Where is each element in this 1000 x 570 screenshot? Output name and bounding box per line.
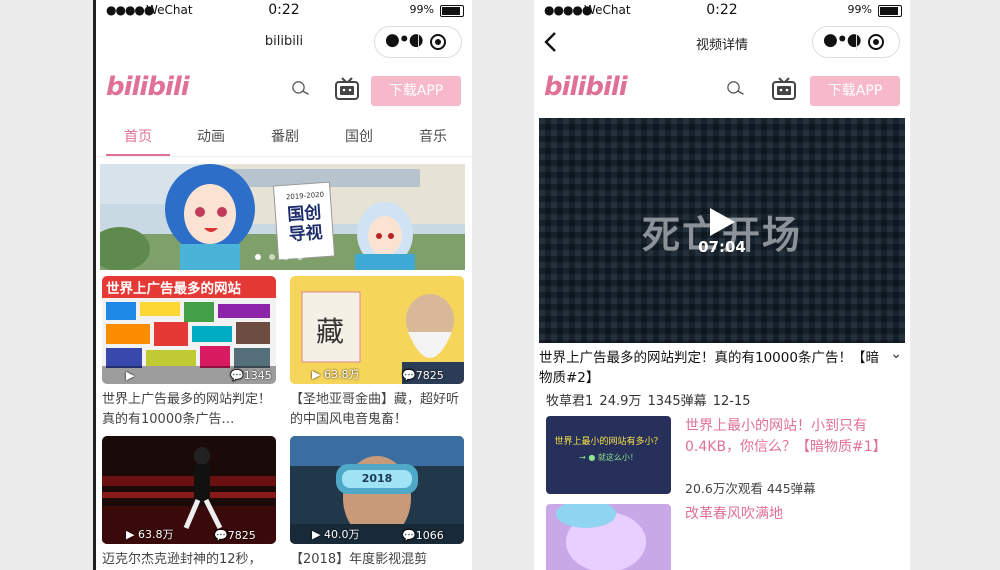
- video-meta: 牧草君1 24.9万 1345弹幕 12-15: [546, 390, 751, 409]
- author-name[interactable]: 牧草君1: [546, 394, 593, 409]
- site-header: bilibili 下载APP: [534, 68, 910, 112]
- download-app-button[interactable]: 下载APP: [810, 76, 900, 106]
- bilibili-logo[interactable]: bilibili: [106, 72, 190, 102]
- tv-icon[interactable]: [771, 76, 797, 102]
- tab-anime[interactable]: 动画: [181, 126, 241, 146]
- video-card[interactable]: 世界上广告最多的网站 ▶ 💬1345 世界上广告最多的网站判定！真的有10000…: [102, 276, 276, 430]
- view-count: 24.9万: [599, 394, 642, 409]
- carousel-dots: [255, 245, 311, 264]
- bilibili-logo[interactable]: bilibili: [544, 72, 628, 102]
- video-card[interactable]: ▶ 63.8万 💬7825 迈克尔杰克逊封神的12秒，: [102, 436, 276, 570]
- banner-sign-text: 国创导视: [286, 202, 324, 246]
- battery-percent: 99%: [409, 3, 434, 16]
- more-icon[interactable]: ●•●: [385, 30, 424, 50]
- danmaku-count: 💬1066: [402, 529, 444, 542]
- danmaku-count: 💬7825: [214, 529, 256, 542]
- mini-program-nav: 视频详情 ●•●: [534, 22, 910, 62]
- download-app-button[interactable]: 下载APP: [371, 76, 461, 106]
- thumbnail-subcaption: → ● 就这么小！: [579, 453, 638, 462]
- chevron-down-icon[interactable]: ⌄: [890, 346, 902, 362]
- thumbnail-caption: 世界上最小的网站有多小？: [554, 437, 663, 447]
- related-stats: 20.6万次观看 445弹幕: [685, 478, 816, 497]
- search-icon[interactable]: [726, 78, 746, 98]
- mini-program-nav: bilibili ●•●: [96, 22, 472, 62]
- video-duration: 07:04: [698, 238, 746, 256]
- tab-guochuang[interactable]: 国创: [329, 126, 389, 146]
- thumbnail-caption: 藏: [316, 315, 345, 348]
- banner-carousel[interactable]: 2019-2020 国创导视: [100, 164, 465, 270]
- video-detail-screen: ●●●●● WeChat 0:22 99% 视频详情 ●•● bilibili …: [534, 0, 910, 570]
- category-tabs: 首页 动画 番剧 国创 音乐: [96, 116, 472, 157]
- tab-bangumi[interactable]: 番剧: [255, 126, 315, 146]
- danmaku-icon: 💬: [402, 529, 416, 542]
- thumbnail-caption: 世界上广告最多的网站: [106, 281, 241, 297]
- status-bar: ●●●●● WeChat 0:22 99%: [534, 0, 910, 20]
- site-header: bilibili 下载APP: [96, 68, 472, 112]
- danmaku-count: 💬7825: [402, 369, 444, 382]
- related-video[interactable]: 改革春风吹满地: [546, 504, 906, 570]
- tv-icon[interactable]: [334, 76, 360, 102]
- video-thumbnail[interactable]: 世界上广告最多的网站 ▶ 💬1345: [102, 276, 276, 384]
- video-player[interactable]: 死亡开场 07:04: [539, 118, 905, 343]
- battery-percent: 99%: [847, 3, 872, 16]
- related-thumbnail[interactable]: [546, 504, 671, 570]
- play-count: ▶ 40.0万: [312, 528, 360, 541]
- danmaku-icon: 💬: [230, 369, 244, 382]
- danmaku-count: 1345弹幕: [647, 394, 707, 409]
- danmaku-icon: 💬: [214, 529, 228, 542]
- play-count: ▶ 63.8万: [126, 528, 174, 541]
- tab-music[interactable]: 音乐: [403, 126, 463, 146]
- video-title[interactable]: 迈克尔杰克逊封神的12秒，: [102, 550, 276, 570]
- tab-home[interactable]: 首页: [108, 126, 168, 146]
- close-mini-program-icon[interactable]: [430, 34, 446, 50]
- capsule-menu[interactable]: ●•●: [812, 26, 900, 58]
- home-screen: ●●●●● WeChat 0:22 99% bilibili ●•● bilib…: [93, 0, 472, 570]
- video-card[interactable]: 2018 ▶ 40.0万 💬1066 【2018】年度影视混剪: [290, 436, 464, 570]
- battery-icon: [440, 5, 464, 17]
- battery-icon: [878, 5, 902, 17]
- related-thumbnail[interactable]: 世界上最小的网站有多小？ → ● 就这么小！: [546, 416, 671, 494]
- video-card[interactable]: 藏 ▶ 63.8万 💬7825 【圣地亚哥金曲】藏，超好听的中国风电音鬼畜！: [290, 276, 464, 430]
- play-count: ▶: [126, 369, 135, 382]
- thumbnail-image: [546, 504, 671, 570]
- video-title[interactable]: 【2018】年度影视混剪: [290, 550, 464, 570]
- capsule-menu[interactable]: ●•●: [374, 26, 462, 58]
- related-title[interactable]: 世界上最小的网站！小到只有0.4KB，你信么？【暗物质#1】: [685, 416, 899, 458]
- status-bar: ●●●●● WeChat 0:22 99%: [96, 0, 472, 20]
- active-tab-indicator: [106, 154, 170, 156]
- danmaku-count: 💬1345: [230, 369, 272, 382]
- video-title[interactable]: 世界上广告最多的网站判定！真的有10000条广告…: [102, 390, 276, 430]
- video-thumbnail[interactable]: 2018 ▶ 40.0万 💬1066: [290, 436, 464, 544]
- video-thumbnail[interactable]: 藏 ▶ 63.8万 💬7825: [290, 276, 464, 384]
- thumbnail-caption: 2018: [361, 472, 393, 485]
- play-count: ▶ 63.8万: [312, 368, 360, 381]
- play-icon[interactable]: [707, 206, 737, 238]
- video-title[interactable]: 【圣地亚哥金曲】藏，超好听的中国风电音鬼畜！: [290, 390, 464, 430]
- related-video[interactable]: 世界上最小的网站有多小？ → ● 就这么小！ 世界上最小的网站！小到只有0.4K…: [546, 416, 906, 498]
- video-thumbnail[interactable]: ▶ 63.8万 💬7825: [102, 436, 276, 544]
- close-mini-program-icon[interactable]: [868, 34, 884, 50]
- video-title: 世界上广告最多的网站判定！真的有10000条广告！【暗物质#2】: [539, 350, 879, 386]
- related-views: 20.6万次观看: [685, 481, 763, 496]
- related-danmaku: 445弹幕: [766, 481, 816, 496]
- upload-date: 12-15: [712, 394, 751, 409]
- search-icon[interactable]: [291, 78, 311, 98]
- danmaku-icon: 💬: [402, 369, 416, 382]
- related-title[interactable]: 改革春风吹满地: [685, 504, 899, 525]
- more-icon[interactable]: ●•●: [823, 30, 862, 50]
